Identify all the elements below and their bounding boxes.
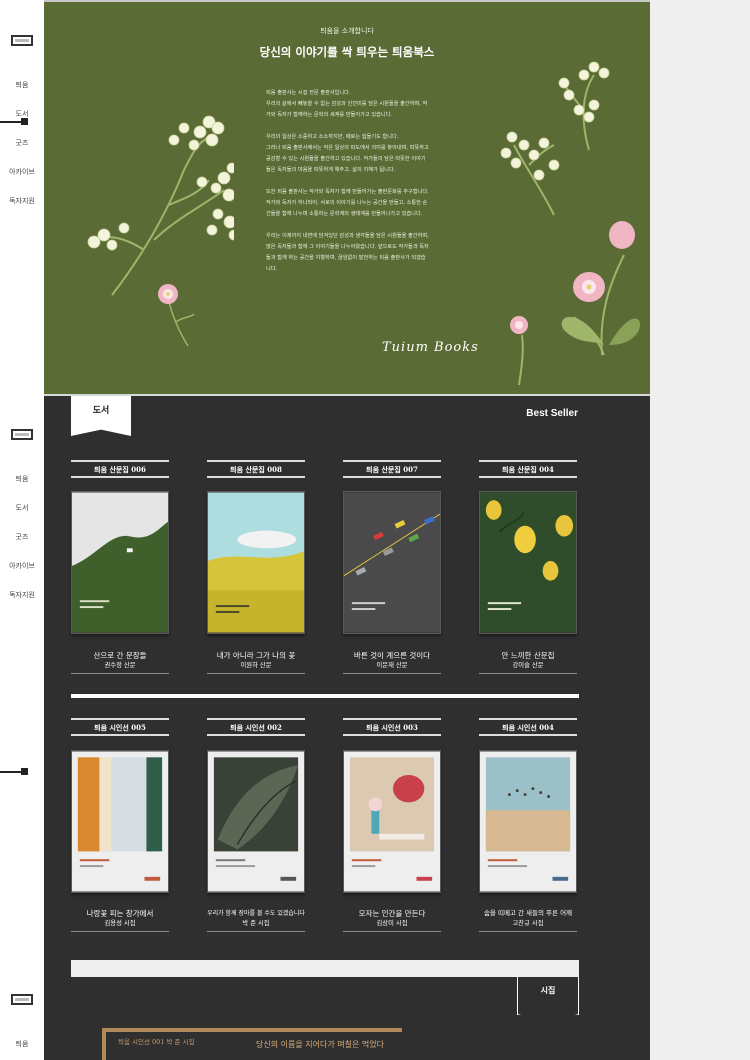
series-label: 틔움 시인선 004 (479, 718, 577, 736)
hero-paragraph: 우리는 이제까지 내면에 담겨있던 감성과 생각들을 담은 시원들을 출간하며,… (266, 233, 429, 272)
series-label: 틔움 시인선 002 (207, 718, 305, 736)
side-nav-item-tiwum[interactable]: 틔움 (0, 472, 44, 501)
section-divider (44, 394, 650, 396)
menu-icon[interactable] (11, 35, 33, 46)
book-author: 이원하 산문 (240, 662, 272, 669)
side-nav-item-tiwum[interactable]: 틔움 (0, 78, 44, 107)
featured-title: 당신의 이름을 지어다가 며칠은 먹었다 (256, 1040, 384, 1049)
series-label: 틔움 산문집 004 (479, 460, 577, 478)
series-label: 틔움 산문집 006 (71, 460, 169, 478)
poetry-tab[interactable]: 시집 (517, 977, 579, 1015)
book-title: 모자는 인간을 만든다 (358, 909, 426, 918)
featured-book[interactable]: 틔움 시인선 001 박 준 시집 당신의 이름을 지어다가 며칠은 먹었다 (102, 1028, 402, 1060)
book-caption[interactable]: 우리가 함께 장마를 볼 수도 있겠습니다 박 준 시집 (207, 908, 305, 932)
book-caption[interactable]: 내가 아니라 그가 나의 꽃 이원하 산문 (207, 650, 305, 674)
book-cover[interactable] (479, 491, 577, 634)
book-author: 고찬규 시집 (512, 920, 544, 927)
side-nav-3: 틔움 (0, 1037, 44, 1060)
books-tab[interactable]: 도서 (71, 396, 131, 436)
hero-paragraph: 또한 틔움 출판사는 작가와 독자가 함께 만들어가는 출판문화를 추구합니다.… (266, 189, 429, 217)
hero-eyebrow: 틔움을 소개합니다 (320, 27, 374, 35)
book-caption[interactable]: 바른 것이 계으른 것이다 이문재 산문 (343, 650, 441, 674)
book-author: 강이슬 산문 (512, 662, 544, 669)
book-author: 김용성 시집 (104, 920, 136, 927)
book-title: 바른 것이 계으른 것이다 (353, 651, 431, 660)
side-nav-item-goods[interactable]: 굿즈 (0, 136, 44, 165)
book-cover[interactable] (71, 750, 169, 893)
book-title: 산으로 간 문장들 (93, 651, 147, 660)
menu-icon[interactable] (11, 994, 33, 1005)
hero-top-border (44, 0, 650, 2)
book-author: 박 준 시집 (242, 920, 270, 927)
series-label: 틔움 시인선 005 (71, 718, 169, 736)
book-author: 김상미 시집 (376, 920, 408, 927)
signature-logo: Tuium Books (382, 340, 479, 355)
book-title: 안 느끼한 산문집 (501, 651, 555, 660)
side-nav-item-books[interactable]: 도서 (0, 501, 44, 530)
book-caption[interactable]: 산으로 간 문장들 권수정 산문 (71, 650, 169, 674)
book-title: 우리가 함께 장마를 볼 수도 있겠습니다 (207, 910, 305, 917)
right-margin (650, 0, 750, 1060)
book-cover[interactable] (207, 750, 305, 893)
flower-illustration-left (87, 115, 234, 296)
scroll-indicator[interactable] (0, 118, 28, 125)
side-nav-item-archive[interactable]: 아카이브 (0, 165, 44, 194)
book-author: 이문재 산문 (376, 662, 408, 669)
series-label: 틔움 산문집 008 (207, 460, 305, 478)
hero-paragraph: 우리의 일상은 소중하고 소소하지만, 때로는 힘들기도 합니다. 그러나 틔움… (266, 134, 429, 173)
side-nav-item-archive[interactable]: 아카이브 (0, 559, 44, 588)
pink-flower-icon (158, 284, 195, 347)
book-title: 내가 아니라 그가 나의 꽃 (216, 651, 296, 660)
flower-illustration-right (500, 61, 640, 385)
best-seller-heading: Best Seller (526, 408, 578, 419)
book-author: 권수정 산문 (104, 662, 136, 669)
series-label: 틔움 시인선 003 (343, 718, 441, 736)
poetry-bar (71, 960, 579, 977)
intro-hero: 틔움을 소개합니다 당신의 이야기를 싹 틔우는 틔움북스 틔움 출판사는 시집… (44, 0, 650, 394)
book-cover[interactable] (343, 491, 441, 634)
scroll-indicator[interactable] (0, 768, 28, 775)
row-divider (71, 694, 579, 698)
book-cover[interactable] (207, 491, 305, 634)
featured-label: 틔움 시인선 001 박 준 시집 (118, 1038, 195, 1046)
series-label: 틔움 산문집 007 (343, 460, 441, 478)
hero-body: 틔움 출판사는 시집 전문 출판사입니다. 우리의 삶에서 빼놓을 수 없는 감… (266, 88, 430, 286)
side-nav-item-support[interactable]: 독자지원 (0, 194, 44, 223)
side-nav-2: 틔움 도서 굿즈 아카이브 독자지원 (0, 472, 44, 617)
book-caption[interactable]: 나랑꽃 피는 창가에서 김용성 시집 (71, 908, 169, 932)
book-cover[interactable] (479, 750, 577, 893)
menu-icon[interactable] (11, 429, 33, 440)
hero-paragraph: 틔움 출판사는 시집 전문 출판사입니다. 우리의 삶에서 빼놓을 수 없는 감… (266, 90, 428, 118)
side-nav-item-support[interactable]: 독자지원 (0, 588, 44, 617)
book-title: 나랑꽃 피는 창가에서 (86, 909, 154, 918)
book-caption[interactable]: 숨을 띠메고 간 새들의 푸른 어깨 고찬규 시집 (479, 908, 577, 932)
book-title: 숨을 띠메고 간 새들의 푸른 어깨 (483, 909, 573, 917)
book-caption[interactable]: 모자는 인간을 만든다 김상미 시집 (343, 908, 441, 932)
left-sidebar: 틔움 도서 굿즈 아카이브 독자지원 틔움 도서 굿즈 아카이브 독자지원 틔움 (0, 0, 44, 1060)
books-section: 도서 Best Seller 틔움 산문집 006 틔움 산문집 008 틔움 … (44, 394, 650, 1060)
book-caption[interactable]: 안 느끼한 산문집 강이슬 산문 (479, 650, 577, 674)
side-nav-item-goods[interactable]: 굿즈 (0, 530, 44, 559)
side-nav-item-tiwum[interactable]: 틔움 (0, 1037, 44, 1060)
book-cover[interactable] (71, 491, 169, 634)
side-nav-1: 틔움 도서 굿즈 아카이브 독자지원 (0, 78, 44, 223)
book-cover[interactable] (343, 750, 441, 893)
